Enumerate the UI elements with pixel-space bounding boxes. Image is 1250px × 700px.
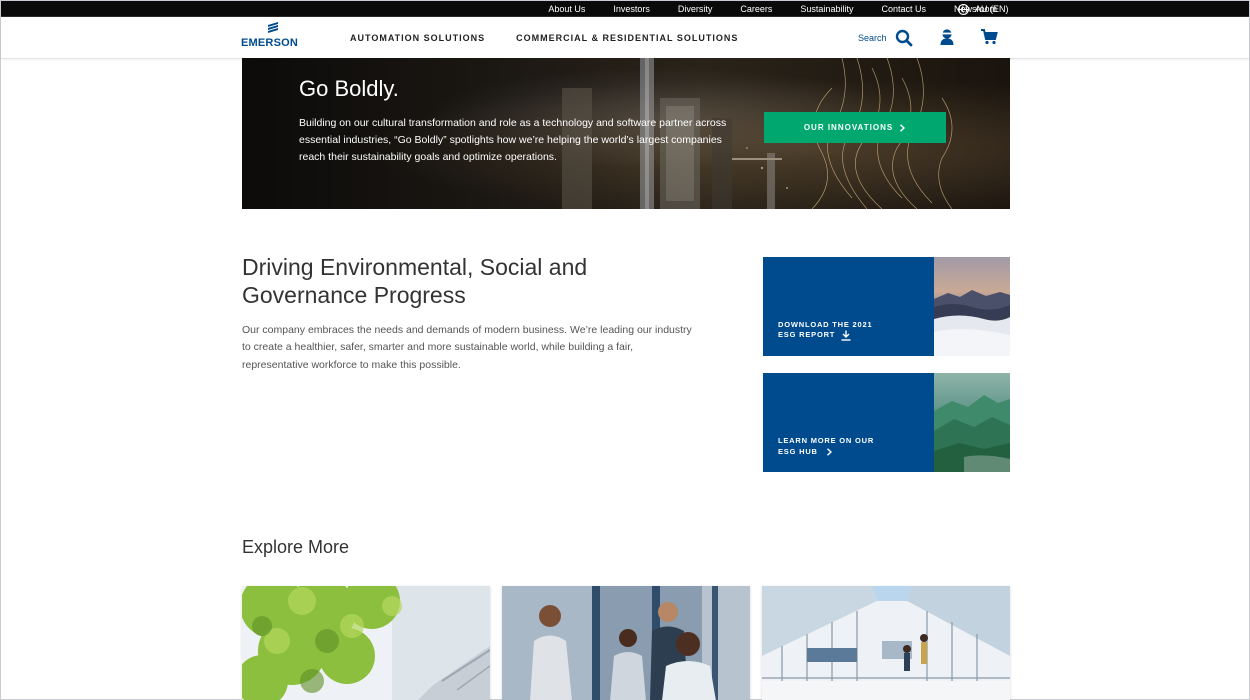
utility-link-diversity[interactable]: Diversity	[664, 1, 727, 17]
mountain-clouds-image	[934, 257, 1010, 356]
search-button[interactable]: Search	[858, 17, 913, 59]
card-label-line1: DOWNLOAD THE 2021	[778, 319, 873, 329]
nav-automation-solutions[interactable]: AUTOMATION SOLUTIONS	[350, 33, 485, 43]
utility-bar: About Us Investors Diversity Careers Sus…	[1, 1, 1249, 17]
chevron-right-icon	[826, 448, 832, 456]
main-header: EMERSON AUTOMATION SOLUTIONS COMMERCIAL …	[1, 17, 1249, 59]
emerson-logo-mark	[268, 22, 278, 33]
main-nav: AUTOMATION SOLUTIONS COMMERCIAL & RESIDE…	[350, 17, 738, 59]
card-label-line1: LEARN MORE ON OUR	[778, 436, 875, 445]
learn-esg-hub-label: LEARN MORE ON OUR ESG HUB	[778, 436, 918, 457]
esg-section-description: Our company embraces the needs and deman…	[242, 324, 692, 371]
globe-icon	[958, 3, 969, 15]
our-innovations-button[interactable]: OUR INNOVATIONS	[764, 112, 946, 143]
nav-commercial-residential-solutions[interactable]: COMMERCIAL & RESIDENTIAL SOLUTIONS	[516, 33, 738, 43]
tree-solar-panel-image	[242, 586, 490, 700]
chevron-right-icon	[900, 123, 906, 132]
download-esg-report-label: DOWNLOAD THE 2021 ESG REPORT	[778, 320, 918, 342]
cart-icon[interactable]	[980, 28, 998, 46]
hero-banner: Go Boldly. Building on our cultural tran…	[242, 58, 1010, 209]
card-label-row2: ESG HUB	[778, 447, 918, 458]
our-innovations-label: OUR INNOVATIONS	[803, 123, 894, 132]
utility-link-contact-us[interactable]: Contact Us	[867, 1, 940, 17]
utility-link-careers[interactable]: Careers	[726, 1, 786, 17]
utility-link-investors[interactable]: Investors	[599, 1, 664, 17]
card-label-line2: ESG REPORT	[778, 330, 836, 340]
emerson-logo[interactable]: EMERSON	[241, 21, 311, 55]
explore-card-sustainability[interactable]	[242, 586, 490, 700]
search-icon	[895, 29, 912, 47]
green-mountains-image	[934, 373, 1010, 472]
utility-link-about-us[interactable]: About Us	[534, 1, 599, 17]
hero-title: Go Boldly.	[299, 76, 399, 101]
explore-card-people[interactable]	[502, 586, 750, 700]
office-atrium-image	[762, 586, 1010, 700]
card-label-line2: ESG HUB	[778, 446, 818, 456]
learn-esg-hub-card[interactable]: LEARN MORE ON OUR ESG HUB	[763, 373, 1010, 472]
utility-nav: About Us Investors Diversity Careers Sus…	[534, 1, 1011, 17]
team-meeting-image	[502, 586, 750, 700]
explore-card-workplace[interactable]	[762, 586, 1010, 700]
locale-label: AU (EN)	[975, 4, 1009, 14]
user-icon[interactable]	[938, 28, 956, 46]
locale-selector[interactable]: AU (EN)	[958, 1, 1009, 17]
utility-link-sustainability[interactable]: Sustainability	[786, 1, 867, 17]
card-label-row2: ESG REPORT	[778, 330, 918, 341]
hero-description: Building on our cultural transformation …	[299, 117, 727, 163]
download-icon	[841, 330, 851, 341]
explore-more-title: Explore More	[242, 537, 350, 557]
download-esg-report-card[interactable]: DOWNLOAD THE 2021 ESG REPORT	[763, 257, 1010, 356]
search-label: Search	[858, 33, 887, 43]
logo-text: EMERSON	[241, 37, 299, 49]
esg-section-title: Driving Environmental, Social and Govern…	[242, 254, 588, 308]
